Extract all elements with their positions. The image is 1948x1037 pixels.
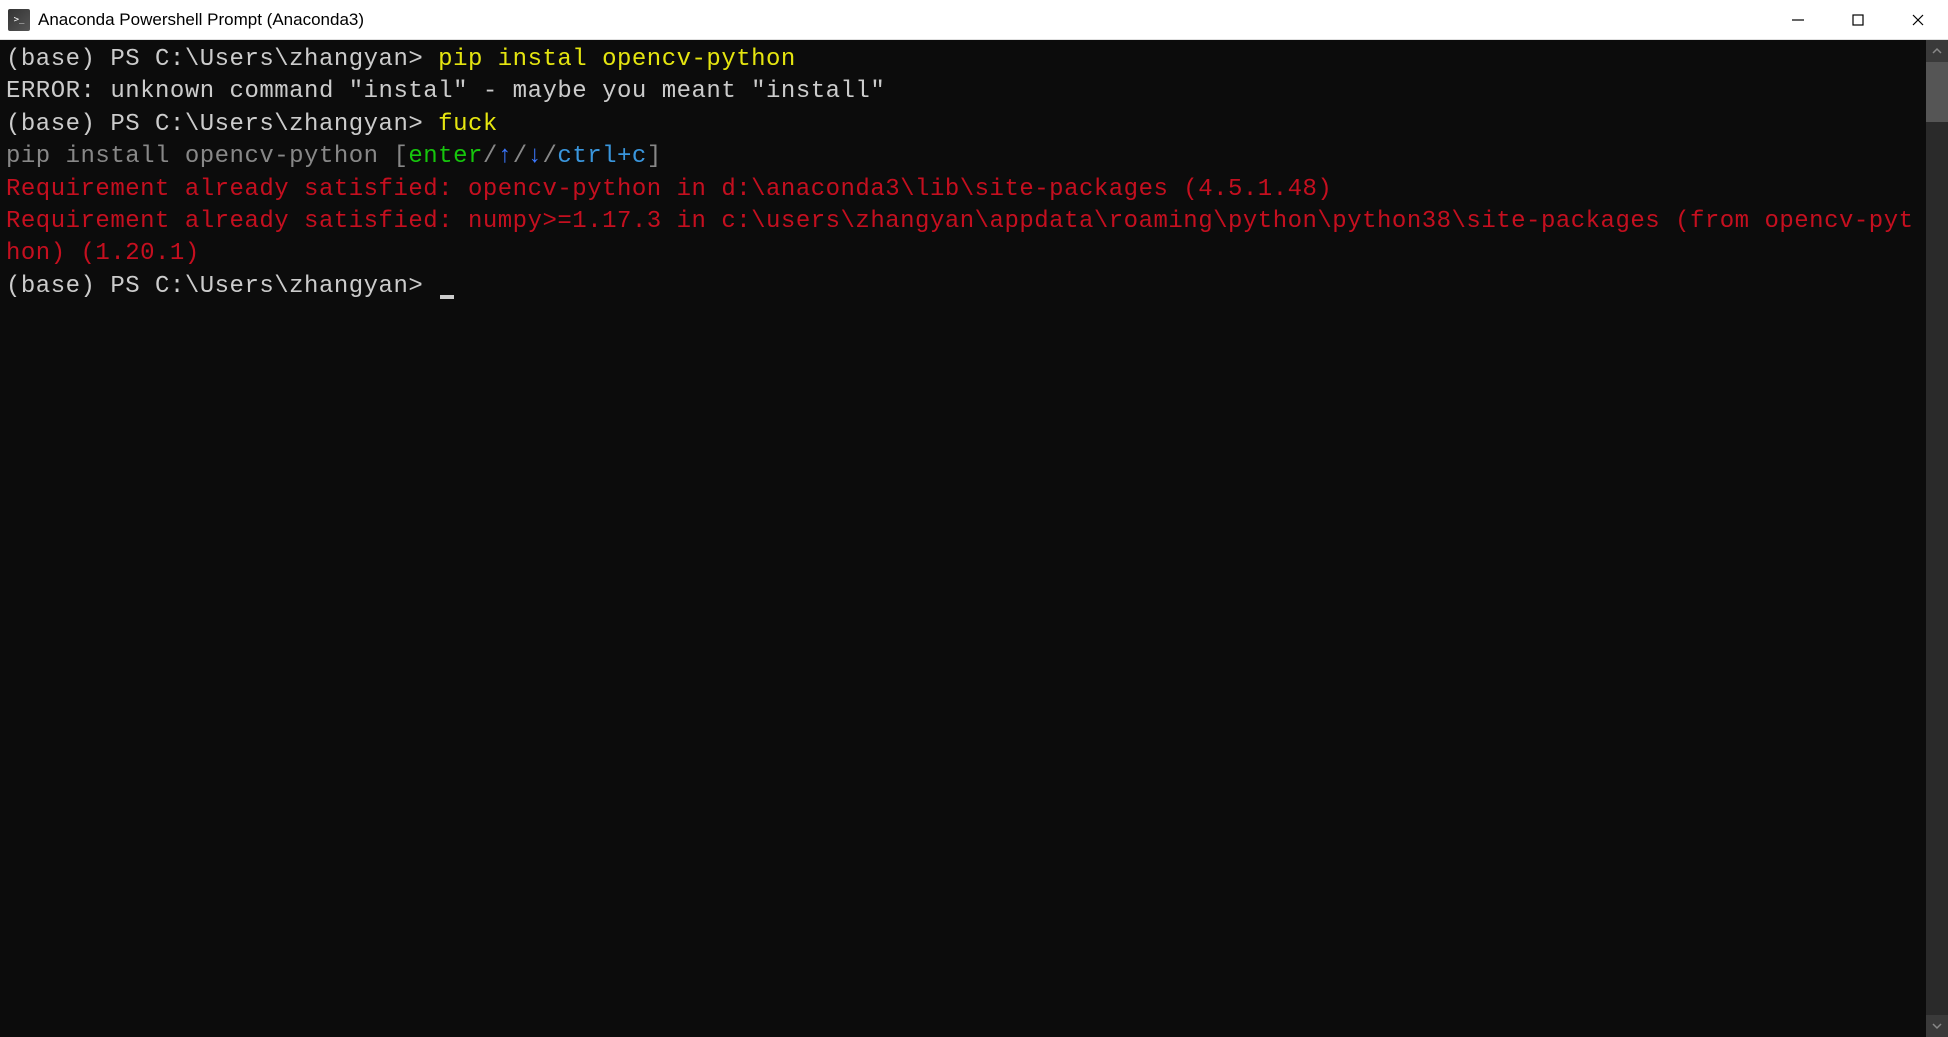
bracket-text: ]: [647, 143, 662, 170]
prompt-text: (base) PS C:\Users\zhangyan>: [6, 273, 438, 300]
chevron-down-icon: [1932, 1021, 1942, 1031]
cursor: [440, 295, 454, 299]
ctrlc-text: ctrl+c: [557, 143, 646, 170]
titlebar[interactable]: Anaconda Powershell Prompt (Anaconda3): [0, 0, 1948, 40]
close-icon: [1911, 13, 1925, 27]
scrollbar-up-button[interactable]: [1926, 40, 1948, 62]
scrollbar[interactable]: [1926, 40, 1948, 1037]
scrollbar-track[interactable]: [1926, 62, 1948, 1015]
prompt-text: (base) PS C:\Users\zhangyan>: [6, 46, 438, 73]
error-text: ERROR: unknown command "instal" - maybe …: [6, 78, 885, 105]
close-button[interactable]: [1888, 0, 1948, 39]
slash-text: /: [543, 143, 558, 170]
requirement-text: Requirement already satisfied: opencv-py…: [6, 176, 1332, 203]
terminal-icon: [8, 9, 30, 31]
slash-text: /: [513, 143, 528, 170]
slash-text: /: [483, 143, 498, 170]
titlebar-left: Anaconda Powershell Prompt (Anaconda3): [8, 9, 364, 31]
titlebar-controls: [1768, 0, 1948, 39]
enter-text: enter: [408, 143, 483, 170]
terminal-output[interactable]: (base) PS C:\Users\zhangyan> pip instal …: [0, 40, 1926, 1037]
up-arrow-icon: ↑: [498, 143, 513, 170]
minimize-button[interactable]: [1768, 0, 1828, 39]
bracket-text: [: [393, 143, 408, 170]
maximize-button[interactable]: [1828, 0, 1888, 39]
window-title: Anaconda Powershell Prompt (Anaconda3): [38, 10, 364, 30]
chevron-up-icon: [1932, 46, 1942, 56]
maximize-icon: [1851, 13, 1865, 27]
command-text: fuck: [438, 111, 498, 138]
command-text: pip instal opencv-python: [438, 46, 796, 73]
scrollbar-down-button[interactable]: [1926, 1015, 1948, 1037]
scrollbar-thumb[interactable]: [1926, 62, 1948, 122]
minimize-icon: [1791, 13, 1805, 27]
terminal-container: (base) PS C:\Users\zhangyan> pip instal …: [0, 40, 1948, 1037]
down-arrow-icon: ↓: [528, 143, 543, 170]
prompt-text: (base) PS C:\Users\zhangyan>: [6, 111, 438, 138]
window-frame: Anaconda Powershell Prompt (Anaconda3) (…: [0, 0, 1948, 1037]
suggestion-text: pip install opencv-python: [6, 143, 393, 170]
requirement-text: Requirement already satisfied: numpy>=1.…: [6, 208, 1914, 267]
